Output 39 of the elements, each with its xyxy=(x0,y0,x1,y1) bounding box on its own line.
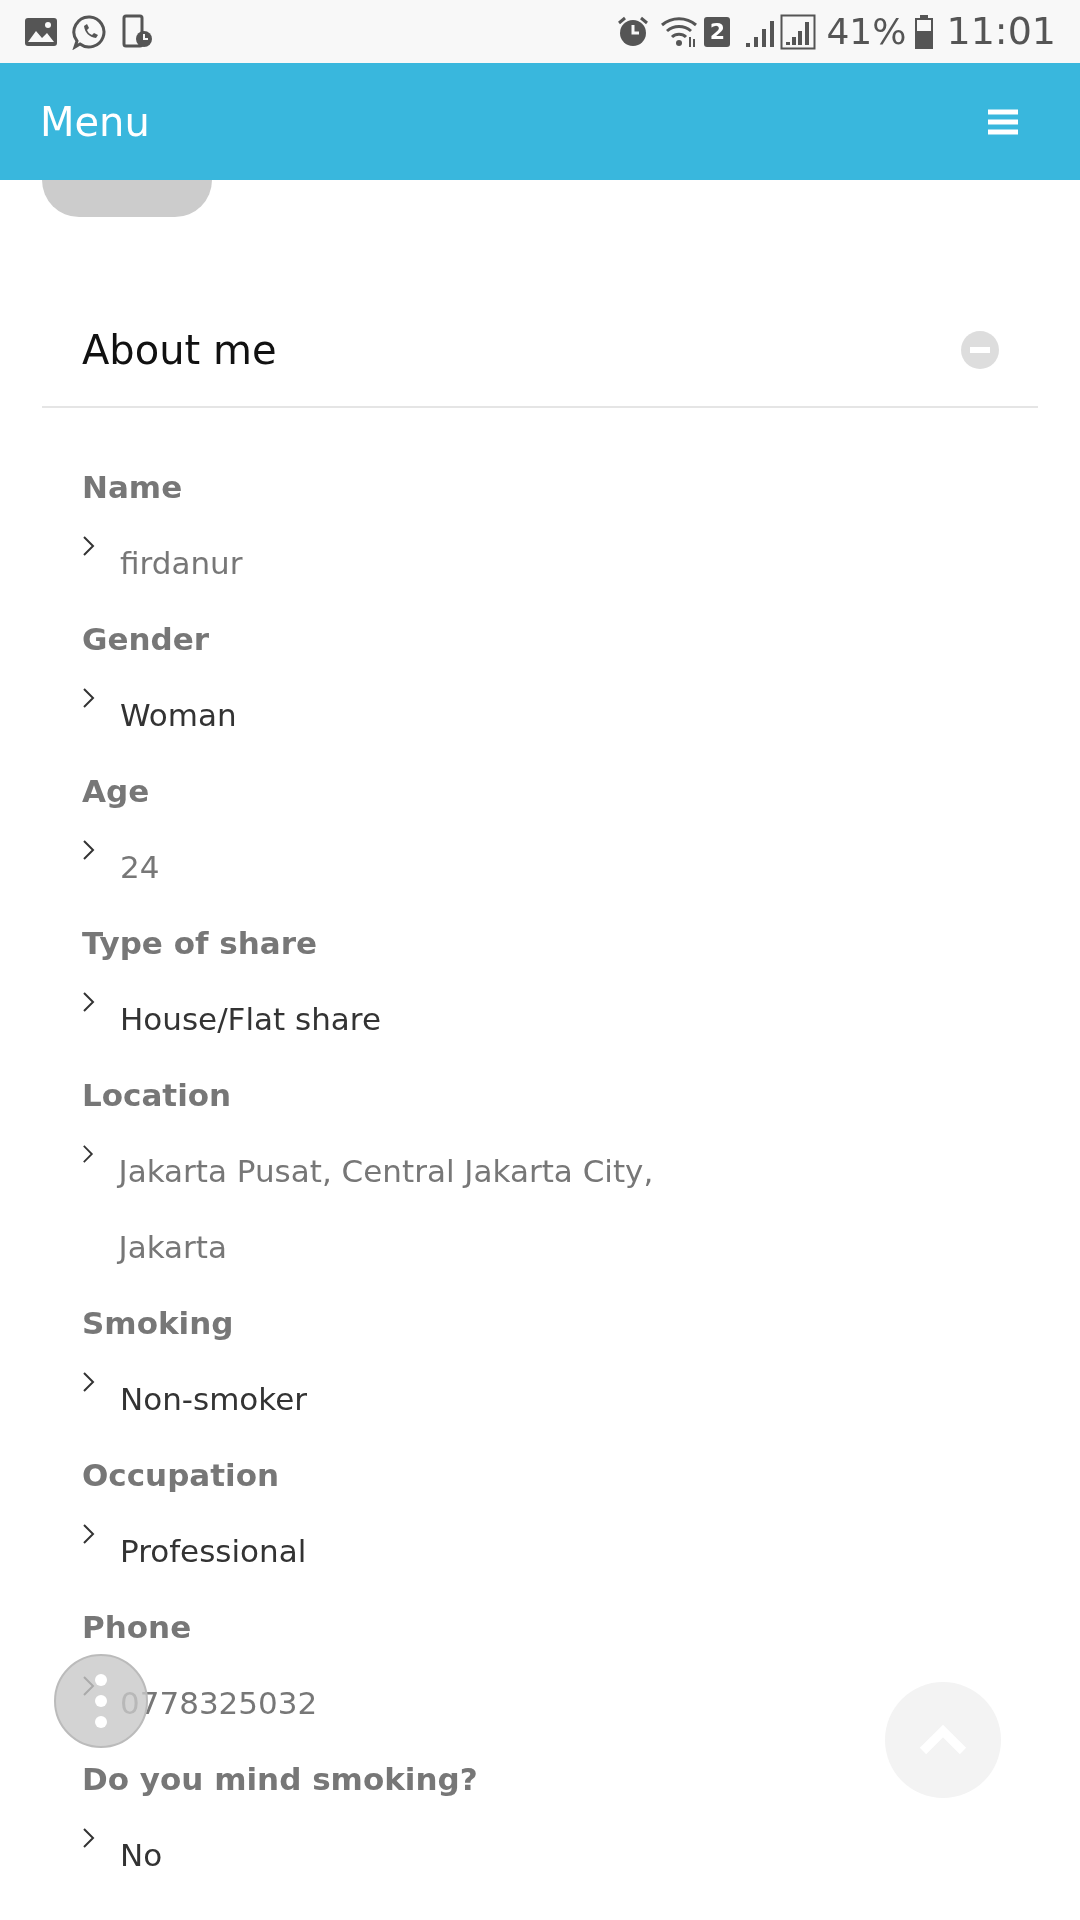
header-title: Menu xyxy=(40,97,150,147)
field-label: Do you mind smoking? xyxy=(82,1760,479,1799)
field-label: Phone xyxy=(82,1608,193,1647)
sim-badge: 2 xyxy=(704,16,731,47)
field-value: Jakarta Pusat, Central Jakarta City, Jakarta xyxy=(118,1152,655,1267)
field-label: Gender xyxy=(82,620,211,659)
chevron-right-icon xyxy=(82,1371,96,1393)
collapse-icon[interactable] xyxy=(960,330,1000,370)
chevron-right-icon xyxy=(82,991,96,1013)
field-value: Professional xyxy=(120,1532,307,1571)
battery-percent: 41% xyxy=(826,9,907,54)
field-label: Type of share xyxy=(82,924,318,963)
field-value: 24 xyxy=(120,848,160,887)
battery-icon xyxy=(914,14,935,49)
field-label: Smoking xyxy=(82,1304,235,1343)
field-label: Name xyxy=(82,468,184,507)
field-value: Woman xyxy=(120,696,237,735)
chevron-right-icon xyxy=(82,1143,95,1165)
chat-icon xyxy=(72,13,108,50)
more-icon xyxy=(94,1673,108,1729)
alarm-icon xyxy=(616,14,651,49)
field-label: Occupation xyxy=(82,1456,281,1495)
image-icon xyxy=(24,16,58,47)
chevron-right-icon xyxy=(82,1523,96,1545)
field-label: Location xyxy=(82,1076,233,1115)
tablet-clock-icon xyxy=(122,13,154,50)
menu-icon[interactable] xyxy=(988,108,1018,135)
chevron-right-icon xyxy=(82,839,96,861)
signal-icon xyxy=(780,13,817,50)
chevron-right-icon xyxy=(82,1827,96,1849)
field-value: No xyxy=(120,1836,163,1875)
field-value: Non-smoker xyxy=(120,1380,307,1419)
field-label: Age xyxy=(82,772,151,811)
field-value: House/Flat share xyxy=(120,1000,381,1039)
section-title: About me xyxy=(82,326,277,375)
field-value: firdanur xyxy=(120,544,243,583)
chevron-right-icon xyxy=(82,687,96,709)
clock-time: 11:01 xyxy=(946,8,1056,55)
chevron-right-icon xyxy=(82,535,96,557)
